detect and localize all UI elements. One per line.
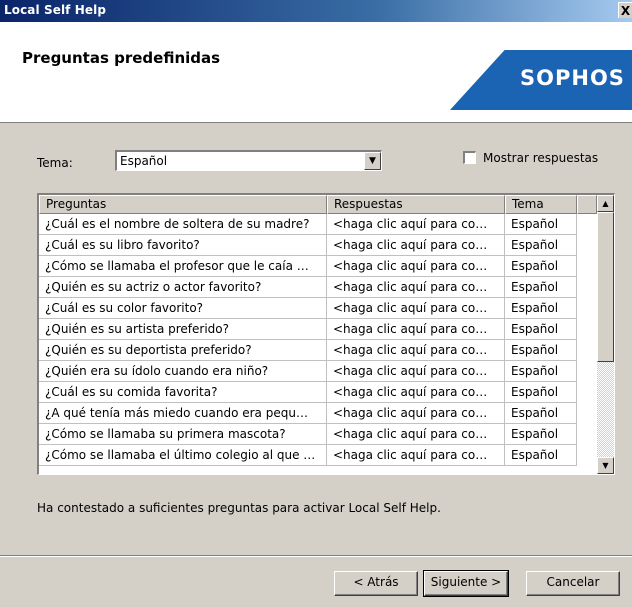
scroll-down-icon[interactable]: ▼ <box>597 457 614 474</box>
table-row[interactable]: ¿Cuál es su comida favorita? <haga clic a… <box>39 382 597 403</box>
topic-cell: Español <box>505 256 577 277</box>
table-row[interactable]: ¿Cómo se llamaba el profesor que le caía… <box>39 256 597 277</box>
question-cell: ¿Quién es su artista preferido? <box>39 319 327 340</box>
footer-separator <box>0 555 632 557</box>
question-cell: ¿A qué tenía más miedo cuando era pequ… <box>39 403 327 424</box>
topic-cell: Español <box>505 319 577 340</box>
topic-cell: Español <box>505 340 577 361</box>
topic-cell: Español <box>505 424 577 445</box>
sophos-logo: SOPHOS <box>520 66 625 90</box>
vertical-scrollbar[interactable]: ▲ ▼ <box>597 195 614 474</box>
question-cell: ¿Cuál es el nombre de soltera de su madr… <box>39 214 327 235</box>
answer-cell[interactable]: <haga clic aquí para co… <box>327 340 505 361</box>
tema-label: Tema: <box>37 156 73 170</box>
answer-cell[interactable]: <haga clic aquí para co… <box>327 277 505 298</box>
question-cell: ¿Cómo se llamaba su primera mascota? <box>39 424 327 445</box>
close-icon[interactable]: X <box>618 2 632 18</box>
topic-cell: Español <box>505 445 577 466</box>
window-title: Local Self Help <box>4 3 107 17</box>
topic-cell: Español <box>505 298 577 319</box>
next-button[interactable]: Siguiente > <box>423 570 509 597</box>
answer-cell[interactable]: <haga clic aquí para co… <box>327 319 505 340</box>
topic-cell: Español <box>505 361 577 382</box>
answer-cell[interactable]: <haga clic aquí para co… <box>327 424 505 445</box>
table-row[interactable]: ¿Cuál es el nombre de soltera de su madr… <box>39 214 597 235</box>
back-button[interactable]: < Atrás <box>334 571 418 596</box>
question-cell: ¿Quién es su actriz o actor favorito? <box>39 277 327 298</box>
topic-cell: Español <box>505 277 577 298</box>
page-title: Preguntas predefinidas <box>22 49 221 67</box>
topic-cell: Español <box>505 235 577 256</box>
column-header-filler <box>577 195 597 214</box>
topic-cell: Español <box>505 403 577 424</box>
table-header: Preguntas Respuestas Tema <box>39 195 597 214</box>
answer-cell[interactable]: <haga clic aquí para co… <box>327 382 505 403</box>
topic-cell: Español <box>505 382 577 403</box>
question-cell: ¿Cómo se llamaba el profesor que le caía… <box>39 256 327 277</box>
question-cell: ¿Quién era su ídolo cuando era niño? <box>39 361 327 382</box>
answer-cell[interactable]: <haga clic aquí para co… <box>327 256 505 277</box>
answer-cell[interactable]: <haga clic aquí para co… <box>327 235 505 256</box>
column-header-topic[interactable]: Tema <box>505 195 577 214</box>
scroll-up-icon[interactable]: ▲ <box>597 195 614 212</box>
question-cell: ¿Cuál es su libro favorito? <box>39 235 327 256</box>
table-row[interactable]: ¿Quién era su ídolo cuando era niño? <hag… <box>39 361 597 382</box>
questions-table[interactable]: Preguntas Respuestas Tema ¿Cuál es el no… <box>37 193 615 475</box>
table-row[interactable]: ¿Quién es su deportista preferido? <haga … <box>39 340 597 361</box>
table-row[interactable]: ¿Cuál es su libro favorito? <haga clic aq… <box>39 235 597 256</box>
column-header-answers[interactable]: Respuestas <box>327 195 505 214</box>
question-cell: ¿Quién es su deportista preferido? <box>39 340 327 361</box>
question-cell: ¿Cuál es su comida favorita? <box>39 382 327 403</box>
title-bar[interactable]: Local Self Help X <box>0 0 632 22</box>
wizard-header: Preguntas predefinidas SOPHOS <box>0 22 632 123</box>
answer-cell[interactable]: <haga clic aquí para co… <box>327 403 505 424</box>
answer-cell[interactable]: <haga clic aquí para co… <box>327 214 505 235</box>
question-cell: ¿Cuál es su color favorito? <box>39 298 327 319</box>
question-cell: ¿Cómo se llamaba el último colegio al qu… <box>39 445 327 466</box>
table-row[interactable]: ¿Cómo se llamaba su primera mascota? <hag… <box>39 424 597 445</box>
tema-select-value: Español <box>120 154 168 168</box>
show-answers-label[interactable]: Mostrar respuestas <box>483 151 598 165</box>
table-row[interactable]: ¿Cuál es su color favorito? <haga clic aq… <box>39 298 597 319</box>
column-header-questions[interactable]: Preguntas <box>39 195 327 214</box>
table-row[interactable]: ¿Cómo se llamaba el último colegio al qu… <box>39 445 597 466</box>
cancel-button[interactable]: Cancelar <box>526 571 620 596</box>
answer-cell[interactable]: <haga clic aquí para co… <box>327 445 505 466</box>
scroll-thumb[interactable] <box>597 212 614 362</box>
table-row[interactable]: ¿Quién es su actriz o actor favorito? <ha… <box>39 277 597 298</box>
answer-cell[interactable]: <haga clic aquí para co… <box>327 298 505 319</box>
status-message: Ha contestado a suficientes preguntas pa… <box>37 501 441 515</box>
tema-select[interactable]: Español ▼ <box>115 150 382 171</box>
table-row[interactable]: ¿Quién es su artista preferido? <haga cli… <box>39 319 597 340</box>
show-answers-checkbox[interactable] <box>463 151 476 164</box>
chevron-down-icon[interactable]: ▼ <box>364 152 381 170</box>
topic-cell: Español <box>505 214 577 235</box>
table-row[interactable]: ¿A qué tenía más miedo cuando era pequ… <… <box>39 403 597 424</box>
answer-cell[interactable]: <haga clic aquí para co… <box>327 361 505 382</box>
